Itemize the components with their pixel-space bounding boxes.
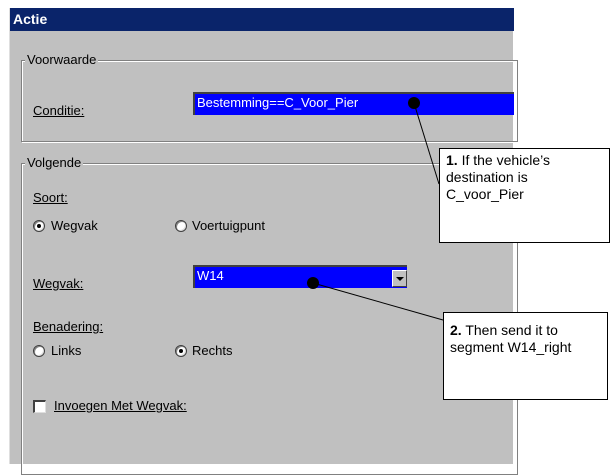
callout-2-pointer xyxy=(312,282,444,321)
callout-1-text: If the vehicle’s destination is C_voor_P… xyxy=(446,152,551,202)
callout-2-dot xyxy=(307,277,319,289)
callout-2: 2. Then send it to segment W14_right xyxy=(443,312,608,400)
callout-1-dot xyxy=(408,97,420,109)
callout-1: 1. If the vehicle’s destination is C_voo… xyxy=(439,148,610,243)
callout-1-number: 1. xyxy=(446,152,458,168)
callout-2-text: Then send it to segment W14_right xyxy=(450,322,572,355)
callout-2-number: 2. xyxy=(450,322,462,338)
callout-1-pointer xyxy=(413,102,440,185)
